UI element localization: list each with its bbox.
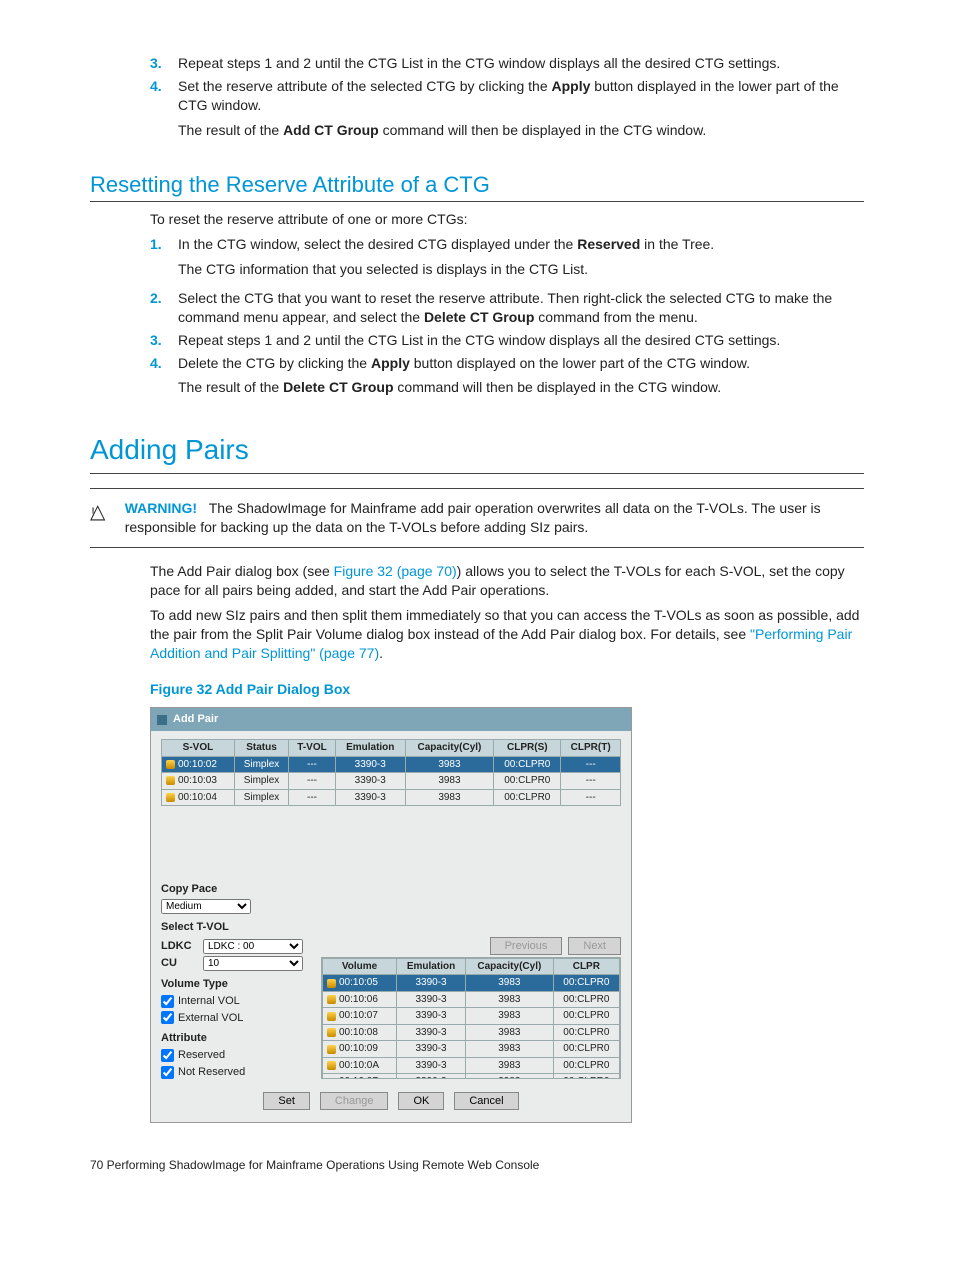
ok-button[interactable]: OK	[398, 1092, 444, 1110]
ldkc-select[interactable]: LDKC : 00	[203, 939, 303, 954]
volume-icon	[327, 1012, 336, 1021]
external-vol-checkbox[interactable]: External VOL	[161, 1011, 311, 1026]
table-row[interactable]: 00:10:063390-3398300:CLPR0	[323, 991, 620, 1008]
reserved-checkbox[interactable]: Reserved	[161, 1048, 311, 1063]
internal-vol-checkbox[interactable]: Internal VOL	[161, 994, 311, 1009]
step-text: Delete the CTG by clicking the Apply but…	[178, 354, 864, 404]
table-row[interactable]: 00:10:073390-3398300:CLPR0	[323, 1008, 620, 1025]
cu-select[interactable]: 10	[203, 956, 303, 971]
next-button[interactable]: Next	[568, 937, 621, 955]
cu-label: CU	[161, 956, 197, 971]
figure-link[interactable]: Figure 32 (page 70)	[334, 563, 457, 579]
volume-icon	[327, 1045, 336, 1054]
step-number: 3.	[150, 54, 178, 73]
table-row[interactable]: 00:10:03Simplex---3390-3398300:CLPR0---	[162, 773, 621, 790]
paragraph: To add new SIz pairs and then split them…	[150, 606, 864, 663]
step-text: Set the reserve attribute of the selecte…	[178, 77, 864, 146]
heading-adding-pairs: Adding Pairs	[90, 431, 864, 474]
step-number: 3.	[150, 331, 178, 350]
step-number: 4.	[150, 354, 178, 404]
volume-icon	[327, 995, 336, 1004]
paragraph: The Add Pair dialog box (see Figure 32 (…	[150, 562, 864, 600]
svol-table: S-VOLStatusT-VOLEmulationCapacity(Cyl)CL…	[161, 739, 621, 806]
volume-icon	[166, 776, 175, 785]
step-text: In the CTG window, select the desired CT…	[178, 235, 864, 285]
not-reserved-checkbox[interactable]: Not Reserved	[161, 1065, 311, 1080]
table-row[interactable]: 00:10:093390-3398300:CLPR0	[323, 1041, 620, 1058]
cancel-button[interactable]: Cancel	[454, 1092, 518, 1110]
step-number: 4.	[150, 77, 178, 146]
step-number: 2.	[150, 289, 178, 327]
table-row[interactable]: 00:10:083390-3398300:CLPR0	[323, 1024, 620, 1041]
step-text: Repeat steps 1 and 2 until the CTG List …	[178, 331, 864, 350]
copy-pace-label: Copy Pace	[161, 882, 621, 897]
copy-pace-select[interactable]: Medium	[161, 899, 251, 914]
warning-text: WARNING! The ShadowImage for Mainframe a…	[125, 499, 864, 537]
table-row[interactable]: 00:10:0B3390-3398300:CLPR0	[323, 1074, 620, 1079]
window-icon	[157, 715, 167, 725]
ldkc-label: LDKC	[161, 939, 197, 954]
set-button[interactable]: Set	[263, 1092, 310, 1110]
volume-icon	[327, 1061, 336, 1070]
volume-icon	[327, 1078, 336, 1079]
steps-reset: 1. In the CTG window, select the desired…	[150, 235, 864, 403]
dialog-titlebar: Add Pair	[151, 708, 631, 731]
reset-intro: To reset the reserve attribute of one or…	[150, 210, 864, 229]
table-row[interactable]: 00:10:02Simplex---3390-3398300:CLPR0---	[162, 756, 621, 773]
page-footer: 70 Performing ShadowImage for Mainframe …	[90, 1157, 864, 1173]
table-row[interactable]: 00:10:053390-3398300:CLPR0	[323, 975, 620, 992]
warning-icon: △!	[90, 499, 109, 537]
figure-caption: Figure 32 Add Pair Dialog Box	[150, 680, 864, 699]
add-pair-dialog: Add Pair S-VOLStatusT-VOLEmulationCapaci…	[150, 707, 632, 1123]
heading-reset-reserve: Resetting the Reserve Attribute of a CTG	[90, 170, 864, 203]
change-button[interactable]: Change	[320, 1092, 389, 1110]
volume-icon	[327, 979, 336, 988]
step-text: Select the CTG that you want to reset th…	[178, 289, 864, 327]
warning-block: △! WARNING! The ShadowImage for Mainfram…	[90, 488, 864, 548]
volume-type-label: Volume Type	[161, 977, 311, 992]
volume-icon	[166, 760, 175, 769]
table-row[interactable]: 00:10:04Simplex---3390-3398300:CLPR0---	[162, 789, 621, 806]
step-number: 1.	[150, 235, 178, 285]
tvol-table: VolumeEmulationCapacity(Cyl)CLPR 00:10:0…	[322, 958, 620, 1079]
previous-button[interactable]: Previous	[490, 937, 563, 955]
table-row[interactable]: 00:10:0A3390-3398300:CLPR0	[323, 1057, 620, 1074]
attribute-label: Attribute	[161, 1031, 311, 1046]
step-text: Repeat steps 1 and 2 until the CTG List …	[178, 54, 864, 73]
volume-icon	[327, 1028, 336, 1037]
steps-top: 3. Repeat steps 1 and 2 until the CTG Li…	[150, 54, 864, 146]
select-tvol-label: Select T-VOL	[161, 920, 621, 935]
volume-icon	[166, 793, 175, 802]
